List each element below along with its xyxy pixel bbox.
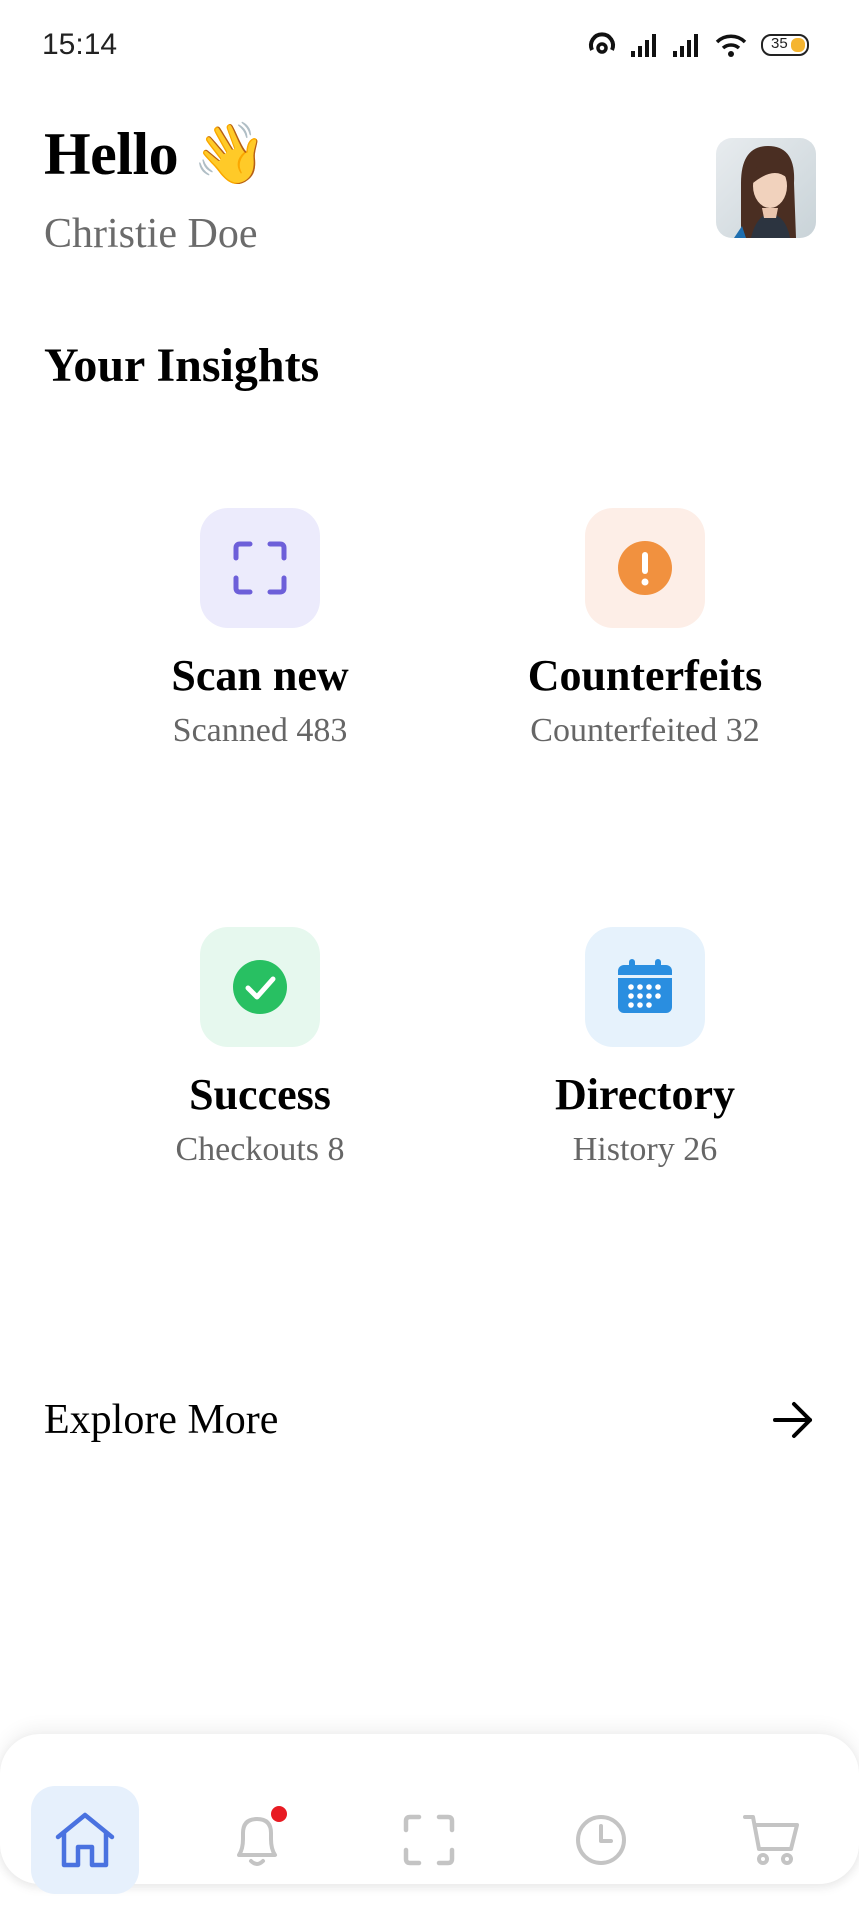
clock-icon <box>576 1815 626 1865</box>
nav-history[interactable] <box>547 1786 655 1894</box>
alert-icon <box>618 541 672 595</box>
hotspot-icon <box>589 32 615 54</box>
card-title: Counterfeits <box>527 651 763 700</box>
section-title: Your Insights <box>44 339 320 392</box>
scan-icon <box>233 541 287 595</box>
nav-home[interactable] <box>31 1786 139 1894</box>
status-bar: 15:14 35 <box>0 0 859 90</box>
scan-icon-tile <box>200 508 320 628</box>
card-scan-new[interactable]: Scan new Scanned 483 <box>80 508 440 750</box>
check-icon-tile <box>200 927 320 1047</box>
scan-icon <box>403 1814 455 1866</box>
status-icons: 35 <box>587 30 809 60</box>
home-icon <box>55 1812 115 1868</box>
card-counterfeits[interactable]: Counterfeits Counterfeited 32 <box>465 508 825 750</box>
card-success[interactable]: Success Checkouts 8 <box>80 927 440 1169</box>
card-subtitle: History 26 <box>572 1131 718 1169</box>
arrow-right-icon[interactable] <box>772 1400 814 1440</box>
explore-more-row[interactable]: Explore More <box>44 1390 814 1450</box>
signal-icon-1 <box>631 34 656 57</box>
card-title: Scan new <box>171 651 349 700</box>
signal-icon-2 <box>673 34 698 57</box>
nav-scan[interactable] <box>375 1786 483 1894</box>
greeting-title: Hello 👋 <box>44 121 267 187</box>
card-directory[interactable]: Directory History 26 <box>465 927 825 1169</box>
alert-icon-tile <box>585 508 705 628</box>
card-subtitle: Checkouts 8 <box>175 1131 345 1169</box>
check-icon <box>233 960 287 1014</box>
battery-level: 35 <box>771 35 788 52</box>
calendar-icon-tile <box>585 927 705 1047</box>
card-title: Success <box>189 1070 331 1119</box>
avatar[interactable] <box>716 138 816 238</box>
wifi-icon <box>715 34 747 57</box>
nav-notifications[interactable] <box>203 1786 311 1894</box>
explore-more-label: Explore More <box>44 1397 279 1443</box>
user-name: Christie Doe <box>44 211 258 257</box>
cart-icon <box>743 1815 799 1865</box>
card-title: Directory <box>555 1070 735 1119</box>
notification-badge <box>271 1806 287 1822</box>
card-subtitle: Scanned 483 <box>172 712 348 750</box>
bottom-nav <box>0 1734 859 1894</box>
status-time: 15:14 <box>42 28 118 61</box>
calendar-icon <box>618 959 672 1013</box>
card-subtitle: Counterfeited 32 <box>530 712 760 750</box>
nav-cart[interactable] <box>718 1786 826 1894</box>
battery-icon: 35 <box>761 34 809 56</box>
